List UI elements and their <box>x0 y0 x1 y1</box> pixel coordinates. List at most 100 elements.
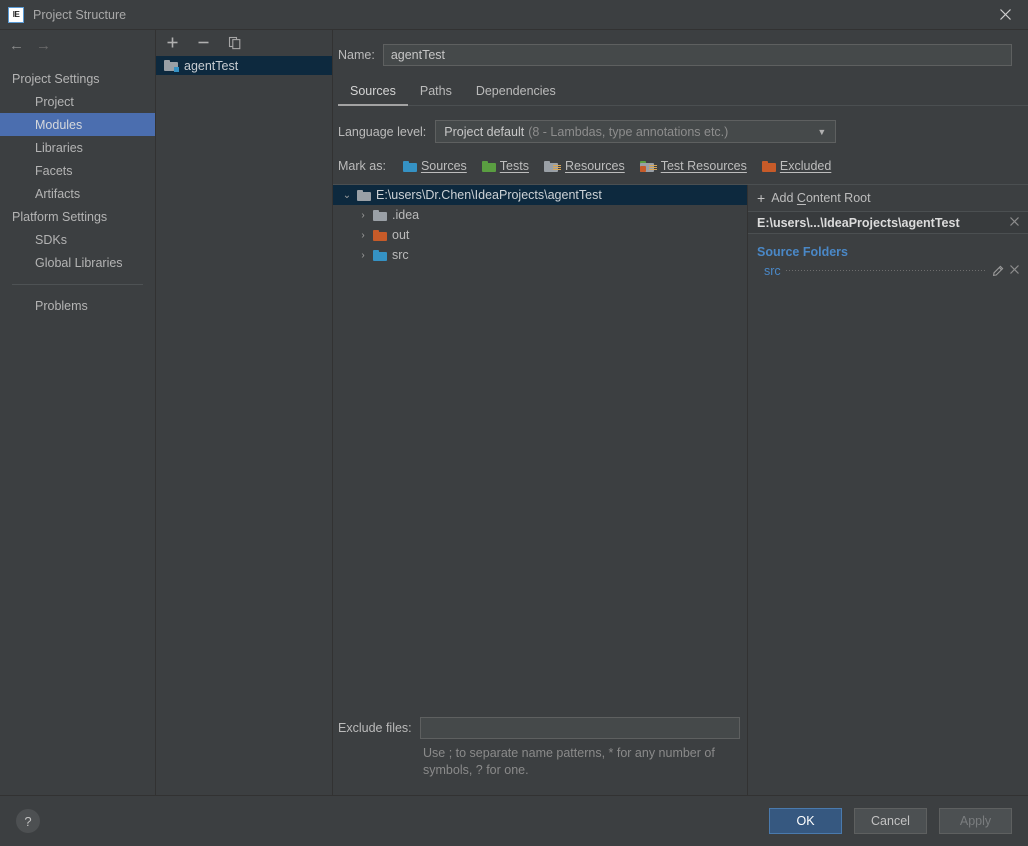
content-root-tree: ⌄ E:\users\Dr.Chen\IdeaProjects\agentTes… <box>333 185 747 265</box>
sidebar-item-modules[interactable]: Modules <box>0 113 155 136</box>
mark-as-tests-button[interactable]: Tests <box>481 159 529 173</box>
chevron-down-icon[interactable]: ⌄ <box>342 190 352 201</box>
tab-sources[interactable]: Sources <box>338 81 408 106</box>
tree-item-label: out <box>392 228 410 242</box>
dialog-body: ← → Project Settings Project Modules Lib… <box>0 30 1028 795</box>
name-label: Name: <box>338 48 375 62</box>
add-content-root-label: Add Content Root <box>771 191 870 205</box>
sidebar-item-global-libraries[interactable]: Global Libraries <box>0 251 155 274</box>
exclude-files-area: Exclude files: Use ; to separate name pa… <box>333 717 747 795</box>
plus-icon[interactable] <box>165 35 180 50</box>
chevron-right-icon[interactable]: › <box>358 230 368 241</box>
mark-as-excluded-button[interactable]: Excluded <box>761 159 832 173</box>
close-icon[interactable] <box>982 0 1028 29</box>
mark-as-test-resources-label: Test Resources <box>660 159 747 173</box>
sidebar-group-project-settings: Project Settings <box>12 71 100 86</box>
apply-button[interactable]: Apply <box>939 808 1012 834</box>
folder-icon <box>373 249 387 261</box>
folder-icon <box>373 229 387 241</box>
table-row[interactable]: › src <box>333 245 747 265</box>
arrow-right-icon[interactable]: → <box>36 38 51 53</box>
close-icon[interactable] <box>1009 216 1020 230</box>
content-root-detail-pane: + Add Content Root E:\users\...\IdeaProj… <box>748 185 1028 795</box>
cancel-button[interactable]: Cancel <box>854 808 927 834</box>
folder-icon <box>357 189 371 201</box>
mark-as-label: Mark as: <box>338 159 386 173</box>
ok-button[interactable]: OK <box>769 808 842 834</box>
question-mark-icon[interactable]: ? <box>16 809 40 833</box>
sidebar-item-libraries[interactable]: Libraries <box>0 136 155 159</box>
sidebar-item-facets[interactable]: Facets <box>0 159 155 182</box>
module-name-input[interactable] <box>382 44 1012 66</box>
exclude-files-label: Exclude files: <box>338 721 412 735</box>
sidebar-item-problems[interactable]: Problems <box>0 294 155 317</box>
tree-item-label: .idea <box>392 208 420 222</box>
project-structure-dialog: IE Project Structure ← → Project Setting… <box>0 0 1028 846</box>
language-level-select[interactable]: Project default (8 - Lambdas, type annot… <box>435 120 837 143</box>
language-level-label: Language level: <box>338 124 427 139</box>
list-item[interactable]: agentTest <box>156 56 332 75</box>
folder-test-resources-icon <box>639 160 657 172</box>
table-row[interactable]: › .idea <box>333 205 747 225</box>
sidebar-group-platform-settings: Platform Settings <box>12 209 108 224</box>
module-folder-icon <box>164 60 179 72</box>
folder-icon <box>373 209 387 221</box>
leader-dots <box>785 269 987 271</box>
add-content-root-button[interactable]: + Add Content Root <box>748 185 1028 211</box>
content-root-header: E:\users\...\IdeaProjects\agentTest <box>748 211 1028 234</box>
table-row[interactable]: › out <box>333 225 747 245</box>
folder-blue-icon <box>402 160 417 172</box>
source-folders-title: Source Folders <box>757 245 848 259</box>
chevron-right-icon[interactable]: › <box>358 250 368 261</box>
mark-as-test-resources-button[interactable]: Test Resources <box>639 159 747 173</box>
folder-orange-icon <box>761 160 776 172</box>
mark-as-tests-label: Tests <box>499 159 529 173</box>
source-folder-link[interactable]: src <box>764 264 781 278</box>
content-split: ⌄ E:\users\Dr.Chen\IdeaProjects\agentTes… <box>333 184 1028 795</box>
exclude-files-input[interactable] <box>419 717 740 739</box>
sidebar-item-project[interactable]: Project <box>0 90 155 113</box>
dialog-footer: ? OK Cancel Apply <box>0 795 1028 846</box>
sidebar-item-sdks[interactable]: SDKs <box>0 228 155 251</box>
modules-toolbar <box>156 30 332 55</box>
module-name-row: Name: <box>333 30 1028 66</box>
sidebar-divider <box>12 284 143 285</box>
title-bar: IE Project Structure <box>0 0 1028 30</box>
mark-as-row: Mark as: Sources Tests Resources Test Re… <box>333 143 1028 173</box>
sidebar-nav-row: ← → <box>0 33 155 57</box>
add-content-root-suffix: ontent Root <box>805 191 871 205</box>
chevron-down-icon: ▼ <box>817 126 827 137</box>
folder-resources-icon <box>543 160 561 172</box>
module-editor: Name: Sources Paths Dependencies Languag… <box>333 30 1028 795</box>
language-level-row: Language level: Project default (8 - Lam… <box>333 106 1028 143</box>
modules-list: agentTest <box>156 55 332 75</box>
modules-panel: agentTest <box>156 30 333 795</box>
content-root-path: E:\users\...\IdeaProjects\agentTest <box>757 215 960 230</box>
app-logo-icon: IE <box>8 6 24 23</box>
add-content-root-mnemonic: C <box>796 191 806 205</box>
plus-icon: + <box>757 190 766 206</box>
mark-as-resources-label: Resources <box>564 159 625 173</box>
mark-as-sources-button[interactable]: Sources <box>402 159 467 173</box>
settings-sidebar: ← → Project Settings Project Modules Lib… <box>0 30 156 795</box>
close-icon[interactable] <box>1009 264 1020 278</box>
folder-green-icon <box>481 160 496 172</box>
mark-as-excluded-label: Excluded <box>779 159 832 173</box>
module-name: agentTest <box>184 58 239 73</box>
tab-paths[interactable]: Paths <box>408 81 464 106</box>
tree-item-label: E:\users\Dr.Chen\IdeaProjects\agentTest <box>376 188 602 202</box>
tab-dependencies[interactable]: Dependencies <box>464 81 568 106</box>
window-title: Project Structure <box>33 7 127 22</box>
mark-as-sources-label: Sources <box>420 159 467 173</box>
sidebar-item-artifacts[interactable]: Artifacts <box>0 182 155 205</box>
arrow-left-icon[interactable]: ← <box>9 38 24 53</box>
table-row[interactable]: ⌄ E:\users\Dr.Chen\IdeaProjects\agentTes… <box>333 185 747 205</box>
sidebar-nav-list: Project Settings Project Modules Librari… <box>0 67 155 317</box>
mark-as-resources-button[interactable]: Resources <box>543 159 625 173</box>
pencil-icon[interactable] <box>992 265 1004 277</box>
copy-icon[interactable] <box>227 35 242 50</box>
exclude-files-row: Exclude files: <box>338 717 747 739</box>
language-level-detail: (8 - Lambdas, type annotations etc.) <box>528 124 729 139</box>
chevron-right-icon[interactable]: › <box>358 210 368 221</box>
minus-icon[interactable] <box>196 35 211 50</box>
